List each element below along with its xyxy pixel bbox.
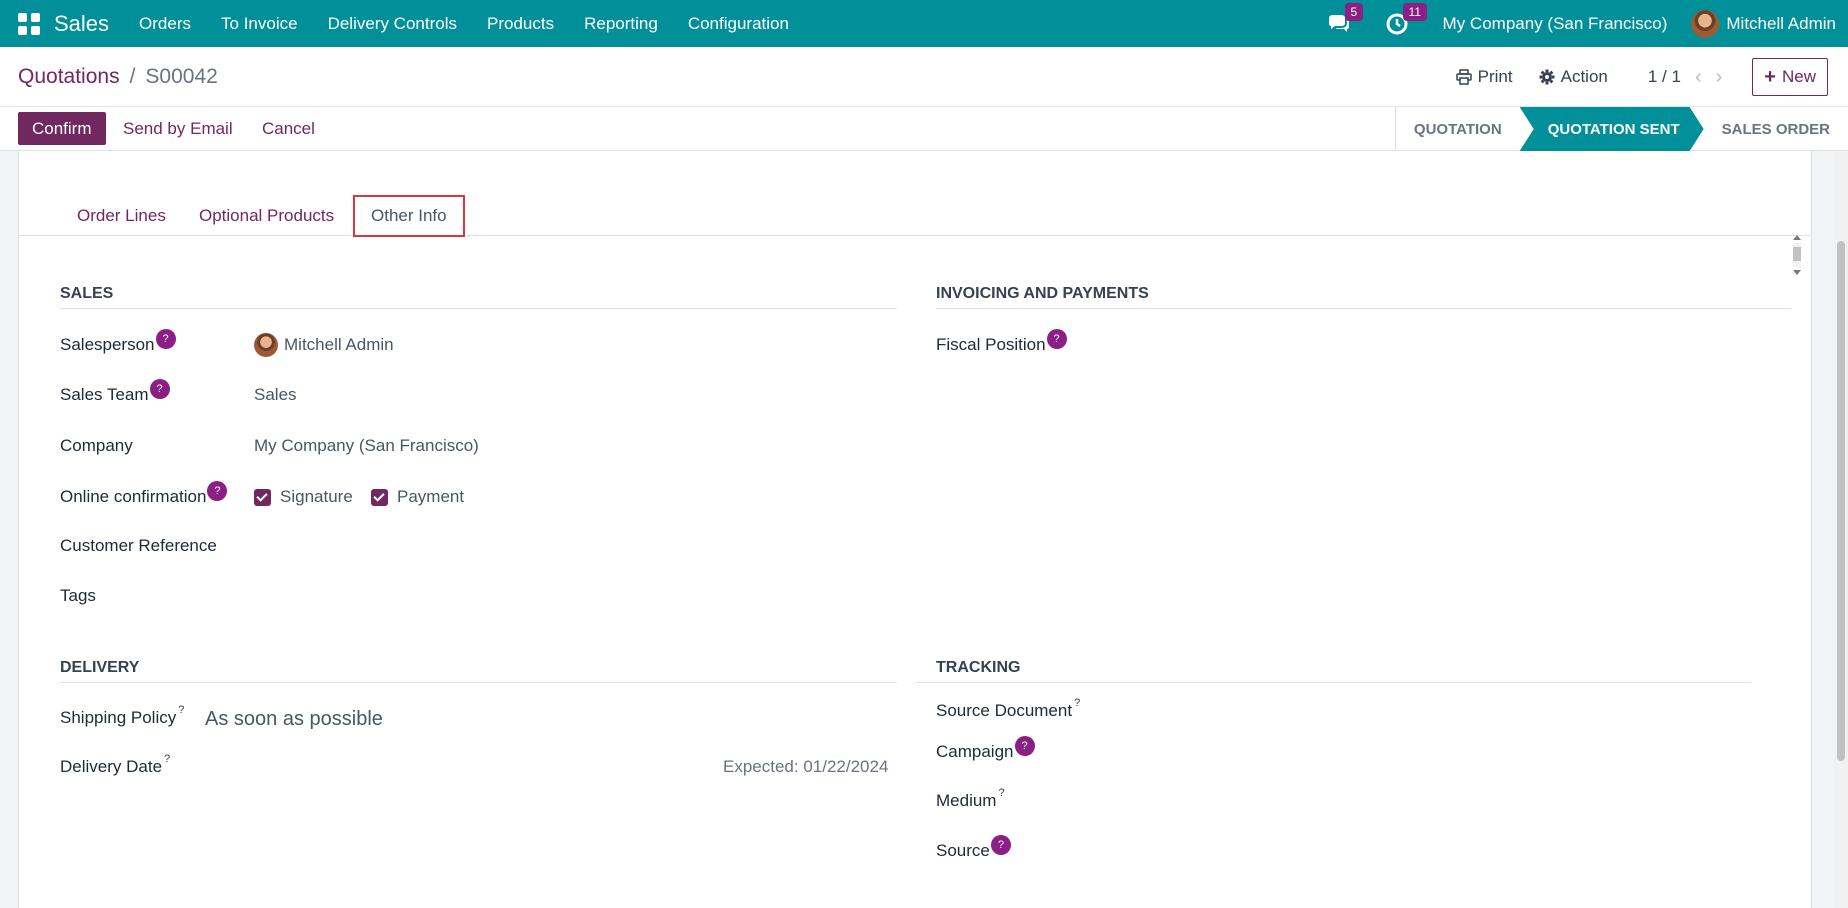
messages-badge: 5: [1344, 2, 1364, 21]
print-icon: [1455, 69, 1472, 85]
tab-other-info[interactable]: Other Info: [353, 195, 465, 237]
delivery-divider: [60, 682, 897, 683]
signature-checkbox[interactable]: [254, 488, 271, 506]
activities-button[interactable]: 11: [1385, 2, 1428, 36]
menu-reporting[interactable]: Reporting: [584, 14, 658, 34]
new-button[interactable]: + New: [1752, 58, 1828, 96]
help-icon[interactable]: ?: [178, 704, 184, 716]
messages-button[interactable]: 5: [1327, 2, 1364, 36]
sales-team-field[interactable]: Sales: [254, 385, 297, 405]
breadcrumb-quotations[interactable]: Quotations: [18, 65, 120, 89]
sales-team-label: Sales Team?: [60, 379, 170, 405]
help-icon[interactable]: ?: [207, 481, 228, 501]
send-by-email-button[interactable]: Send by Email: [123, 112, 233, 145]
breadcrumb: Quotations / S00042: [18, 65, 218, 89]
tracking-section-title: TRACKING: [936, 659, 1021, 676]
menu-products[interactable]: Products: [487, 14, 554, 34]
source-document-label: Source Document?: [936, 697, 1081, 720]
user-menu[interactable]: Mitchell Admin: [1691, 9, 1836, 38]
tab-order-lines[interactable]: Order Lines: [77, 195, 166, 237]
tab-optional-products[interactable]: Optional Products: [199, 195, 334, 237]
customer-reference-label: Customer Reference: [60, 536, 217, 555]
payment-label: Payment: [397, 487, 465, 506]
scroll-up-icon[interactable]: [1793, 235, 1801, 240]
pager-previous-icon[interactable]: ‹: [1695, 66, 1702, 89]
payment-checkbox[interactable]: [371, 488, 388, 506]
status-sales-order[interactable]: SALES ORDER: [1704, 107, 1848, 151]
user-avatar: [1691, 9, 1720, 38]
online-confirmation-label: Online confirmation?: [60, 481, 228, 507]
salesperson-value: Mitchell Admin: [284, 335, 394, 354]
menu-orders[interactable]: Orders: [139, 14, 191, 34]
help-icon[interactable]: ?: [164, 753, 170, 765]
tracking-divider: [916, 682, 1751, 683]
invoicing-divider: [936, 308, 1791, 309]
company-field[interactable]: My Company (San Francisco): [254, 436, 479, 456]
salesperson-label: Salesperson?: [60, 329, 176, 355]
tags-label: Tags: [60, 586, 96, 605]
page-scrollbar[interactable]: [1834, 151, 1848, 908]
plus-icon: +: [1764, 66, 1776, 88]
pager-next-icon[interactable]: ›: [1716, 66, 1723, 89]
shipping-policy-select[interactable]: As soon as possible: [205, 708, 383, 731]
signature-label: Signature: [280, 487, 353, 506]
expected-date: Expected: 01/22/2024: [723, 757, 889, 776]
shipping-policy-label: Shipping Policy?: [60, 704, 185, 727]
salesperson-field[interactable]: Mitchell Admin: [254, 333, 394, 357]
breadcrumb-current: S00042: [145, 65, 218, 88]
help-icon[interactable]: ?: [998, 787, 1004, 799]
help-icon[interactable]: ?: [990, 835, 1011, 855]
top-navbar: Sales Orders To Invoice Delivery Control…: [0, 0, 1848, 47]
pager-value[interactable]: 1 / 1: [1648, 67, 1681, 87]
help-icon[interactable]: ?: [1014, 736, 1035, 756]
action-label: Action: [1560, 67, 1608, 86]
help-icon[interactable]: ?: [1074, 697, 1080, 709]
action-button[interactable]: Action: [1539, 67, 1608, 87]
status-quotation-sent[interactable]: QUOTATION SENT: [1520, 107, 1704, 151]
signature-checkbox-group[interactable]: Signature: [254, 487, 353, 507]
delivery-section-title: DELIVERY: [60, 659, 140, 676]
scroll-thumb[interactable]: [1793, 247, 1801, 261]
tabs-scrollbar[interactable]: [1791, 235, 1803, 275]
fiscal-position-label: Fiscal Position?: [936, 329, 1067, 355]
gear-icon: [1539, 69, 1555, 85]
menu-configuration[interactable]: Configuration: [688, 14, 789, 34]
breadcrumb-separator: /: [129, 65, 136, 88]
salesperson-avatar: [254, 333, 278, 357]
user-name: Mitchell Admin: [1726, 13, 1836, 33]
help-icon[interactable]: ?: [155, 329, 176, 349]
company-switcher[interactable]: My Company (San Francisco): [1443, 14, 1668, 34]
payment-checkbox-group[interactable]: Payment: [371, 487, 464, 507]
menu-to-invoice[interactable]: To Invoice: [221, 14, 298, 34]
apps-menu-icon[interactable]: [18, 12, 40, 35]
confirm-button[interactable]: Confirm: [18, 112, 106, 145]
source-label: Source?: [936, 835, 1011, 861]
sales-section-title: SALES: [60, 285, 114, 302]
help-icon[interactable]: ?: [1046, 329, 1067, 349]
app-name[interactable]: Sales: [54, 11, 109, 37]
status-quotation[interactable]: QUOTATION: [1396, 107, 1520, 151]
print-button[interactable]: Print: [1455, 67, 1513, 87]
activities-badge: 11: [1402, 2, 1428, 21]
status-bar: QUOTATION QUOTATION SENT SALES ORDER: [1394, 107, 1848, 151]
invoicing-section-title: INVOICING AND PAYMENTS: [936, 285, 1149, 302]
campaign-label: Campaign?: [936, 736, 1035, 762]
company-label: Company: [60, 436, 133, 455]
control-panel: Quotations / S00042 Print Action 1 / 1 ‹…: [0, 47, 1848, 151]
page-scroll-thumb[interactable]: [1837, 241, 1845, 761]
cancel-button[interactable]: Cancel: [262, 112, 315, 145]
new-label: New: [1781, 67, 1816, 86]
action-row: Confirm Send by Email Cancel QUOTATION Q…: [0, 106, 1848, 151]
scroll-down-icon[interactable]: [1793, 270, 1801, 275]
medium-label: Medium?: [936, 787, 1005, 810]
menu-delivery-controls[interactable]: Delivery Controls: [328, 14, 457, 34]
notebook-tabs: Order Lines Optional Products Other Info: [19, 191, 1811, 275]
form-sheet: Order Lines Optional Products Other Info…: [18, 151, 1812, 908]
sales-divider: [60, 308, 897, 309]
help-icon[interactable]: ?: [149, 379, 170, 399]
delivery-date-label: Delivery Date?: [60, 753, 171, 776]
print-label: Print: [1477, 67, 1513, 86]
